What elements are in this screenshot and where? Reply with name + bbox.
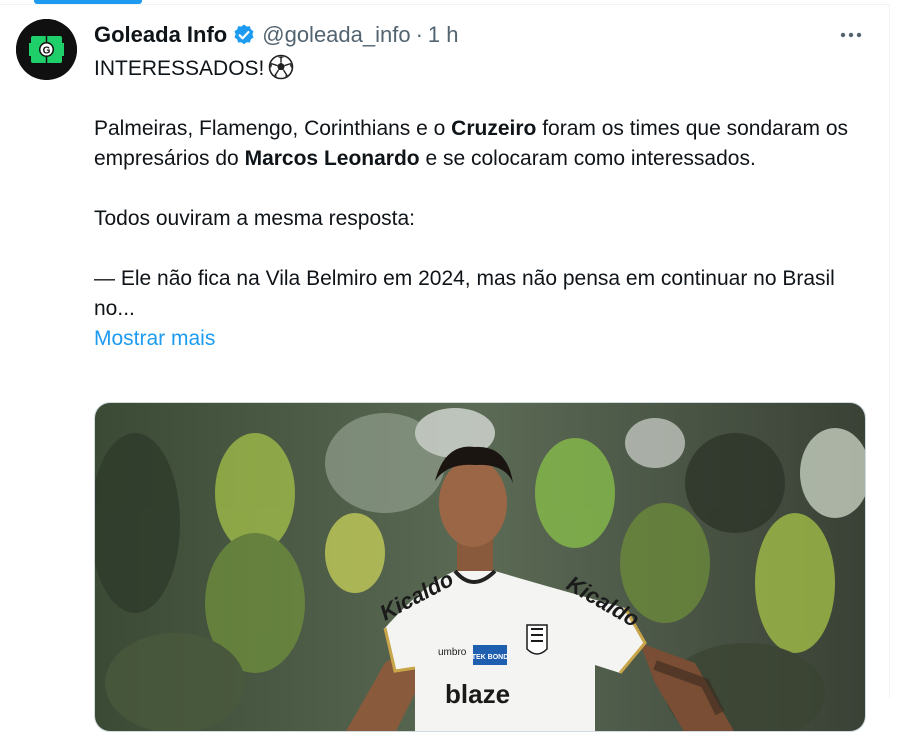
show-more-link[interactable]: Mostrar mais [94, 327, 215, 350]
text-segment: Palmeiras, Flamengo, Corinthians e o [94, 117, 452, 140]
headline-text: INTERESSADOS! [94, 57, 265, 80]
more-dots-icon [840, 32, 862, 38]
more-options-button[interactable] [836, 22, 866, 48]
photo-player-image: Kicaldo Kicaldo umbro TEK BOND blaze [95, 403, 865, 731]
tweet-paragraph: Palmeiras, Flamengo, Corinthians e o Cru… [94, 114, 864, 174]
divider [0, 4, 890, 5]
jersey-badge: TEK BOND [472, 654, 509, 661]
tweet-paragraph: — Ele não fica na Vila Belmiro em 2024, … [94, 267, 835, 320]
verified-badge-icon [232, 23, 256, 47]
tweet-paragraph: Todos ouviram a mesma resposta: [94, 207, 415, 230]
avatar-letter: G [43, 46, 51, 57]
separator: · [415, 22, 423, 47]
tweet-text: INTERESSADOS! Palmeiras, Flamengo, Corin… [94, 54, 864, 354]
display-name[interactable]: Goleada Info [94, 22, 227, 48]
goleada-logo-icon: G [16, 19, 77, 80]
divider [889, 4, 890, 698]
tweet-header: Goleada Info @goleada_info · 1 h [94, 20, 459, 50]
jersey-chest-sponsor: blaze [445, 679, 510, 709]
bold-text: Cruzeiro [451, 117, 537, 140]
text-segment: e se colocaram como interessados. [419, 147, 756, 170]
bold-text: Marcos Leonardo [244, 147, 420, 170]
tweet-media-image[interactable]: Kicaldo Kicaldo umbro TEK BOND blaze [94, 402, 866, 732]
timestamp[interactable]: 1 h [428, 22, 459, 48]
soccer-ball-icon [268, 54, 294, 80]
jersey-brand: umbro [438, 647, 467, 658]
avatar[interactable]: G [16, 19, 77, 80]
handle[interactable]: @goleada_info [262, 22, 410, 48]
tweet-headline: INTERESSADOS! [94, 54, 864, 84]
